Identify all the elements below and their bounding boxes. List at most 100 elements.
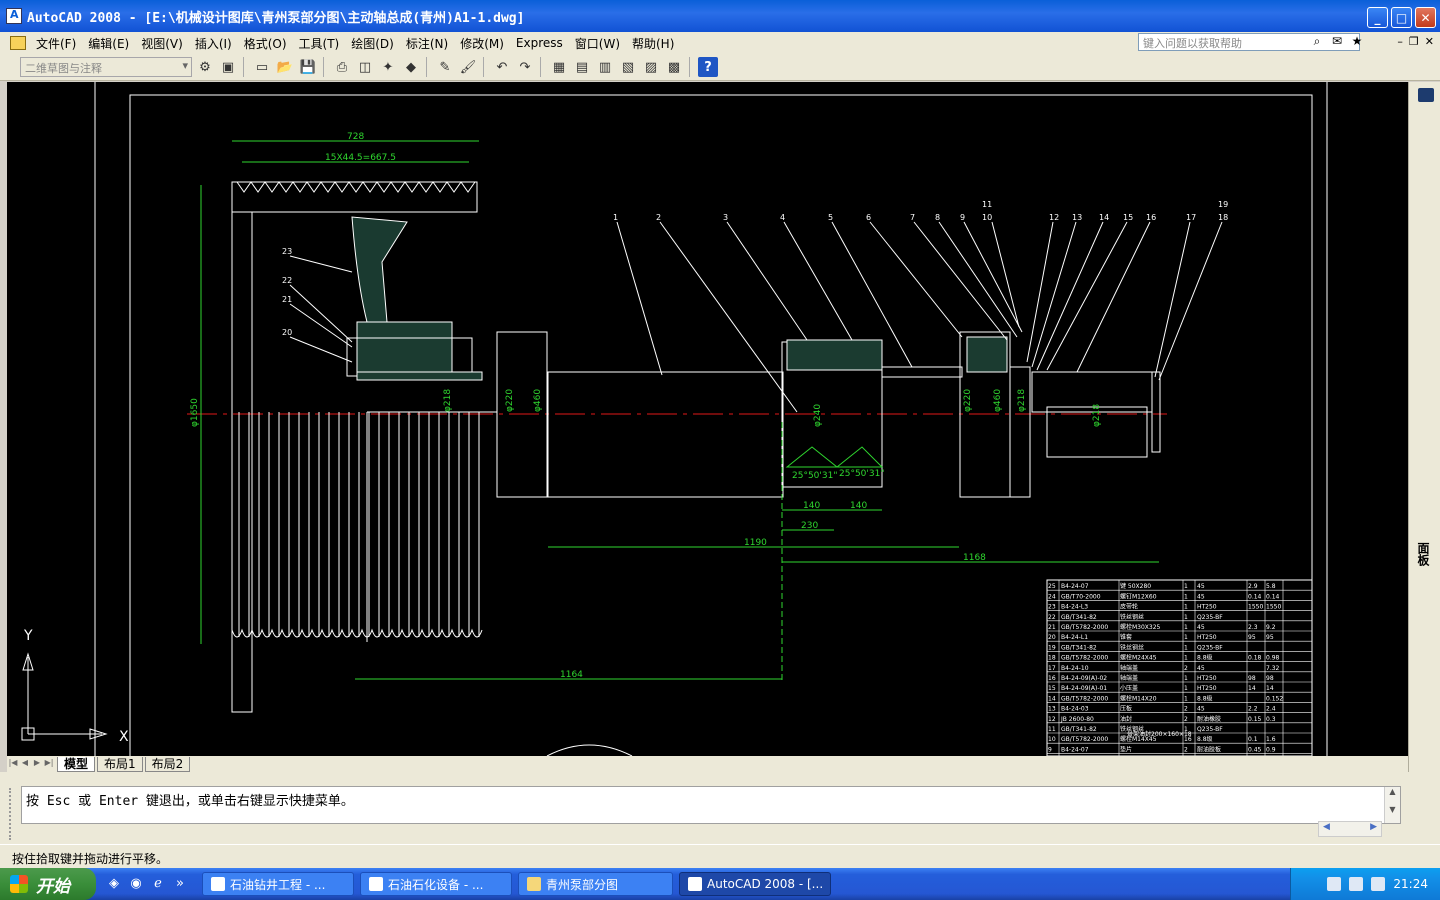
tab-last-icon[interactable]: ▶|	[43, 758, 55, 770]
tab-model[interactable]: 模型	[57, 756, 96, 772]
menu-insert[interactable]: 插入(I)	[189, 35, 238, 52]
bom-cell: Q235-BF	[1197, 614, 1223, 621]
menu-file[interactable]: 文件(F)	[30, 35, 82, 52]
command-scrollbar[interactable]: ▲ ▼	[1384, 787, 1400, 823]
maximize-button[interactable]: □	[1391, 7, 1412, 28]
document-window-controls: – ❐ ✕	[1397, 35, 1434, 48]
doc-restore-icon[interactable]: ❐	[1409, 35, 1419, 48]
search-icon[interactable]: ⌕	[1309, 34, 1325, 50]
quick-launch-icon-1[interactable]: ◈	[106, 876, 122, 892]
bom-cell: 2.3	[1248, 624, 1258, 631]
plot-preview-icon[interactable]: ◫	[355, 57, 375, 77]
undo-icon[interactable]: ↶	[492, 57, 512, 77]
tool-palettes-icon[interactable]: ▥	[595, 57, 615, 77]
quick-launch-icon-2[interactable]: ◉	[128, 876, 144, 892]
menu-tools[interactable]: 工具(T)	[293, 35, 346, 52]
menu-bar: 文件(F) 编辑(E) 视图(V) 插入(I) 格式(O) 工具(T) 绘图(D…	[0, 32, 1440, 54]
bom-cell: 0.3	[1266, 716, 1276, 723]
bom-cell: 2.2	[1248, 706, 1258, 713]
doc-close-icon[interactable]: ✕	[1425, 35, 1434, 48]
bom-cell: 1	[1184, 614, 1188, 621]
balloon-1: 1	[613, 213, 618, 222]
bom-cell: B4-24-L3	[1061, 604, 1088, 611]
network-icon[interactable]	[1349, 877, 1364, 891]
bom-cell: 18	[1048, 655, 1056, 662]
calculator-icon[interactable]: ▩	[664, 57, 684, 77]
bom-cell: 5.8	[1266, 583, 1276, 590]
menu-dimension[interactable]: 标注(N)	[400, 35, 454, 52]
dashboard-palette[interactable]: 面板	[1408, 82, 1440, 772]
command-prompt-text: 按 Esc 或 Enter 键退出，或单击右键显示快捷菜单。	[26, 794, 354, 809]
ie-icon[interactable]: ℯ	[150, 876, 166, 892]
keyboard-icon[interactable]	[1327, 877, 1342, 891]
menu-modify[interactable]: 修改(M)	[454, 35, 510, 52]
balloon-3: 3	[723, 213, 728, 222]
bom-cell: 98	[1266, 675, 1274, 682]
help-icon[interactable]: ?	[698, 57, 718, 77]
menu-help[interactable]: 帮助(H)	[626, 35, 680, 52]
standard-toolbar: 二维草图与注释 ⚙ ▣ ▭ 📂 💾 ⎙ ◫ ✦ ◆ ✎ 🖌 ↶ ↷ ▦ ▤ ▥ …	[0, 54, 1440, 81]
document-icon[interactable]	[10, 36, 26, 50]
menu-express[interactable]: Express	[510, 36, 569, 50]
bom-cell: 8.8级	[1197, 694, 1213, 702]
tab-layout2[interactable]: 布局2	[144, 756, 191, 772]
balloon-5: 5	[828, 213, 833, 222]
bom-cell: 1550	[1266, 604, 1281, 611]
doc-minimize-icon[interactable]: –	[1397, 35, 1403, 48]
tab-prev-icon[interactable]: ◀	[19, 758, 31, 770]
autocad-app-icon[interactable]	[6, 8, 22, 24]
menu-edit[interactable]: 编辑(E)	[82, 35, 135, 52]
pulley-grooves	[238, 412, 480, 637]
palette-icon[interactable]	[1418, 88, 1434, 102]
chevron-right-icon[interactable]: »	[172, 876, 188, 892]
workspace-settings-icon[interactable]: ⚙	[195, 57, 215, 77]
bom-cell: 2	[1184, 706, 1188, 713]
properties-icon[interactable]: ▦	[549, 57, 569, 77]
command-history[interactable]: 按 Esc 或 Enter 键退出，或单击右键显示快捷菜单。 ▲ ▼	[21, 786, 1401, 824]
save-icon[interactable]: 💾	[298, 57, 318, 77]
communication-center-icon[interactable]: ✉	[1329, 34, 1345, 50]
pencil-icon[interactable]: ✎	[435, 57, 455, 77]
drawing-canvas[interactable]: 728 15X44.5=667.5 1190 1168 1164 140 140…	[7, 82, 1408, 756]
sheet-set-icon[interactable]: ▧	[618, 57, 638, 77]
redo-icon[interactable]: ↷	[515, 57, 535, 77]
task-button-1[interactable]: 石油钻井工程 - ...	[202, 872, 354, 896]
publish-icon[interactable]: ✦	[378, 57, 398, 77]
plot-icon[interactable]: ⎙	[332, 57, 352, 77]
folder-icon	[527, 877, 541, 891]
balloon-19: 19	[1218, 200, 1228, 209]
dim-angle-2: 25°50'31"	[839, 469, 884, 479]
task-button-2[interactable]: 石油石化设备 - ...	[360, 872, 512, 896]
tab-layout1[interactable]: 布局1	[97, 756, 143, 772]
new-file-icon[interactable]: ▭	[252, 57, 272, 77]
bom-extra-note: 骨架油封200×160×18	[1127, 730, 1192, 738]
bom-cell: 95	[1266, 634, 1274, 641]
menu-format[interactable]: 格式(O)	[238, 35, 293, 52]
start-label: 开始	[36, 876, 70, 897]
menu-draw[interactable]: 绘图(D)	[345, 35, 400, 52]
favorites-star-icon[interactable]: ★	[1349, 34, 1365, 50]
dim-1168: 1168	[963, 553, 986, 563]
tab-first-icon[interactable]: |◀	[7, 758, 19, 770]
start-button[interactable]: 开始	[0, 868, 96, 900]
workspace-save-icon[interactable]: ▣	[218, 57, 238, 77]
task-button-3[interactable]: 青州泵部分图	[518, 872, 673, 896]
menu-view[interactable]: 视图(V)	[135, 35, 189, 52]
menu-window[interactable]: 窗口(W)	[569, 35, 626, 52]
design-center-icon[interactable]: ▤	[572, 57, 592, 77]
match-properties-icon[interactable]: 🖌	[458, 57, 478, 77]
command-hscroll[interactable]: ◀ ▶	[1318, 821, 1382, 837]
tab-next-icon[interactable]: ▶	[31, 758, 43, 770]
open-file-icon[interactable]: 📂	[275, 57, 295, 77]
status-bar: 按住拾取键并拖动进行平移。	[0, 844, 1440, 868]
workspace-dropdown[interactable]: 二维草图与注释	[20, 57, 192, 77]
minimize-button[interactable]: _	[1367, 7, 1388, 28]
command-grip[interactable]	[9, 788, 13, 840]
close-button[interactable]: ✕	[1415, 7, 1436, 28]
3d-dwf-icon[interactable]: ◆	[401, 57, 421, 77]
task-button-4[interactable]: AutoCAD 2008 - [...	[679, 872, 831, 896]
volume-icon[interactable]	[1371, 877, 1386, 891]
markup-icon[interactable]: ▨	[641, 57, 661, 77]
bom-cell: B4-24-07	[1061, 746, 1089, 753]
balloon-15: 15	[1123, 213, 1133, 222]
